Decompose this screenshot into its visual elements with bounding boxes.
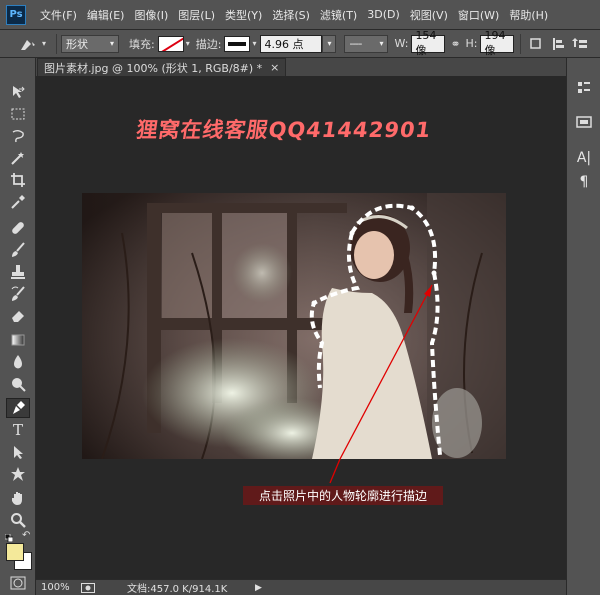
annotation-caption: 点击照片中的人物轮廓进行描边	[243, 486, 443, 505]
document-info: 文档:457.0 K/914.1K	[127, 584, 228, 595]
status-preview-icon[interactable]	[81, 582, 99, 593]
status-bar: 100% 文档:457.0 K/914.1K ▶	[36, 579, 566, 595]
zoom-level[interactable]: 100%	[41, 582, 81, 593]
status-menu-arrow-icon[interactable]: ▶	[255, 583, 262, 593]
annotation-arrow-icon	[329, 458, 341, 484]
